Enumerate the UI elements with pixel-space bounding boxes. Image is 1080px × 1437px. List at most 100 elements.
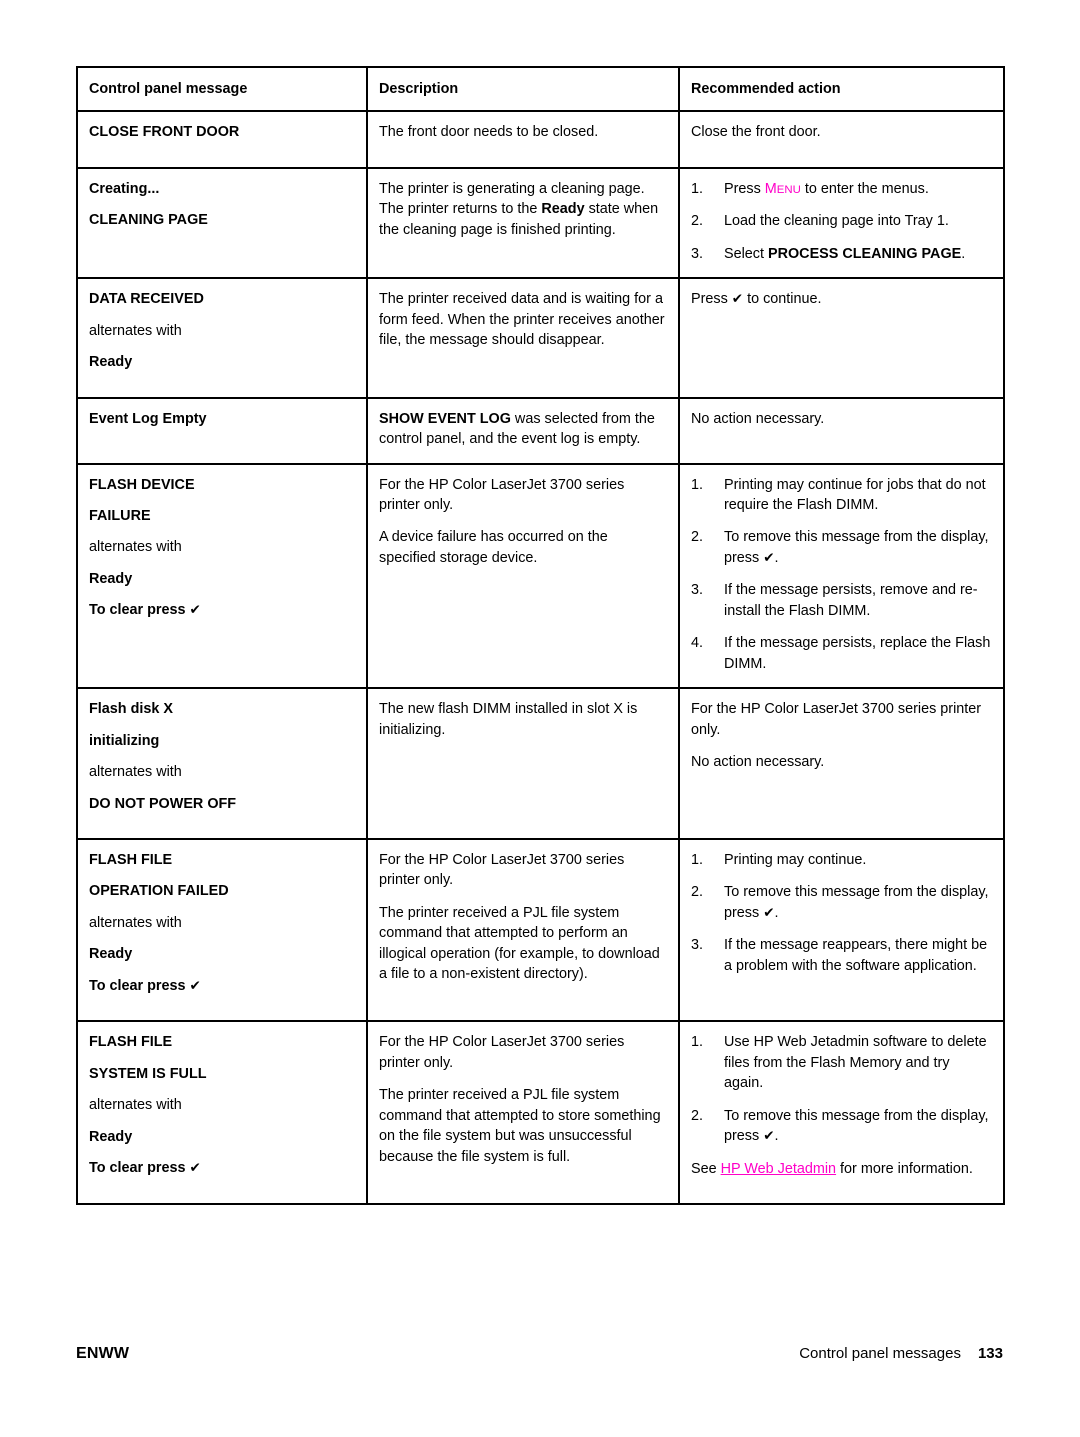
cell-recommended-action: Press MENU to enter the menus. Load the c… bbox=[678, 166, 1005, 280]
message-line-strong: Ready bbox=[89, 1128, 133, 1145]
cell-control-panel-message: FLASH DEVICE FAILURE alternates with Ready T… bbox=[76, 462, 368, 690]
cell-recommended-action: Printing may continue. To remove this mes… bbox=[678, 837, 1005, 1023]
column-header-action: Recommended action bbox=[678, 65, 1005, 113]
message-line-strong: initializing bbox=[89, 732, 160, 749]
message-line-strong: SYSTEM IS FULL bbox=[89, 1065, 207, 1082]
cell-control-panel-message: Flash disk X initializing alternates with D… bbox=[76, 687, 368, 840]
cell-recommended-action: For the HP Color LaserJet 3700 series pr… bbox=[678, 687, 1005, 840]
column-header-message: Control panel message bbox=[76, 65, 368, 113]
cell-paragraph: The printer is generating a cleaning pag… bbox=[379, 179, 667, 240]
message-line: alternates with bbox=[89, 539, 182, 556]
message-line-strong: FLASH FILE bbox=[89, 1034, 173, 1051]
message-line: alternates with bbox=[89, 322, 182, 339]
cell-recommended-action: No action necessary. bbox=[678, 396, 1005, 465]
message-line: alternates with bbox=[89, 764, 182, 781]
checkmark-icon: ✔ bbox=[189, 602, 201, 619]
action-step: If the message persists, remove and re-i… bbox=[691, 580, 992, 621]
cell-paragraph: The printer received a PJL file system c… bbox=[379, 1087, 661, 1165]
action-step: Select PROCESS CLEANING PAGE. bbox=[691, 244, 992, 265]
checkmark-icon: ✔ bbox=[189, 1160, 201, 1177]
cell-paragraph: The printer received data and is waiting… bbox=[379, 291, 665, 349]
cell-paragraph: Press ✔ to continue. bbox=[691, 289, 992, 309]
table-row: Creating... CLEANING PAGE The printer is g… bbox=[76, 166, 1005, 280]
cell-paragraph: For the HP Color LaserJet 3700 series pr… bbox=[379, 476, 625, 513]
action-step: Load the cleaning page into Tray 1. bbox=[691, 211, 992, 232]
action-step: If the message reappears, there might be… bbox=[691, 935, 992, 976]
action-step: Press MENU to enter the menus. bbox=[691, 179, 992, 200]
body-text: Load the cleaning page into Tray 1. bbox=[724, 213, 949, 230]
body-text: Printing may continue for jobs that do n… bbox=[724, 476, 986, 513]
action-step: Printing may continue. bbox=[691, 850, 992, 871]
body-text: . bbox=[961, 245, 966, 262]
message-line-strong: OPERATION FAILED bbox=[89, 883, 229, 900]
cell-description: For the HP Color LaserJet 3700 series pr… bbox=[366, 462, 680, 690]
cell-paragraph: SHOW EVENT LOG was selected from the con… bbox=[379, 409, 667, 450]
message-line-strong: To clear press ✔ bbox=[89, 1158, 355, 1178]
body-text: . bbox=[774, 549, 779, 566]
cell-description: The new flash DIMM installed in slot X i… bbox=[366, 687, 680, 840]
cell-recommended-action: Use HP Web Jetadmin software to delete f… bbox=[678, 1020, 1005, 1205]
cell-paragraph: The printer received a PJL file system c… bbox=[379, 904, 660, 983]
action-step: To remove this message from the display,… bbox=[691, 527, 992, 568]
body-text: . bbox=[774, 904, 779, 921]
cell-paragraph: The new flash DIMM installed in slot X i… bbox=[379, 701, 638, 738]
recommended-action-steps: Press MENU to enter the menus. Load the c… bbox=[691, 179, 992, 265]
body-text: See bbox=[691, 1160, 721, 1177]
table-row: DATA RECEIVED alternates with Ready The pri… bbox=[76, 277, 1005, 399]
emphasis-text: PROCESS CLEANING PAGE bbox=[768, 245, 962, 262]
cell-paragraph: A device failure has occurred on the spe… bbox=[379, 529, 608, 566]
checkmark-icon: ✔ bbox=[189, 977, 201, 994]
emphasis-text: SHOW EVENT LOG bbox=[379, 410, 511, 427]
body-text: If the message persists, remove and re-i… bbox=[724, 582, 978, 619]
message-line-strong: Ready bbox=[89, 570, 133, 587]
cell-control-panel-message: Event Log Empty bbox=[76, 396, 368, 465]
table-body: CLOSE FRONT DOOR The front door needs to … bbox=[76, 110, 1005, 1205]
body-text: Press bbox=[724, 180, 765, 197]
recommended-action-steps: Printing may continue for jobs that do n… bbox=[691, 475, 992, 675]
cell-paragraph: Close the front door. bbox=[691, 124, 821, 141]
action-note: See HP Web Jetadmin for more information… bbox=[691, 1159, 992, 1179]
table-row: Flash disk X initializing alternates with D… bbox=[76, 687, 1005, 840]
body-text: Select bbox=[724, 245, 768, 262]
cell-paragraph: No action necessary. bbox=[691, 410, 825, 427]
control-key-label: MENU bbox=[764, 180, 801, 197]
body-text: Printing may continue. bbox=[724, 851, 867, 868]
cell-recommended-action: Printing may continue for jobs that do n… bbox=[678, 462, 1005, 690]
message-line: alternates with bbox=[89, 914, 182, 931]
message-line-strong: CLEANING PAGE bbox=[89, 212, 208, 229]
message-line-strong: Ready bbox=[89, 946, 133, 963]
cell-description: The front door needs to be closed. bbox=[366, 110, 680, 169]
cell-paragraph: For the HP Color LaserJet 3700 series pr… bbox=[379, 851, 625, 889]
cell-paragraph: For the HP Color LaserJet 3700 series pr… bbox=[691, 701, 982, 738]
body-text: to enter the menus. bbox=[800, 180, 929, 197]
document-page: Control panel message Description Recomm… bbox=[0, 0, 1080, 1437]
table-row: FLASH FILE OPERATION FAILED alternates wit… bbox=[76, 837, 1005, 1023]
action-step: If the message persists, replace the Fla… bbox=[691, 633, 992, 674]
cell-paragraph: For the HP Color LaserJet 3700 series pr… bbox=[379, 1034, 625, 1071]
body-text: for more information. bbox=[836, 1160, 973, 1177]
recommended-action-steps: Printing may continue. To remove this mes… bbox=[691, 850, 992, 976]
message-line-strong: Creating... bbox=[89, 180, 160, 197]
action-step: Use HP Web Jetadmin software to delete f… bbox=[691, 1032, 992, 1093]
footer-section-and-page: Control panel messages 133 bbox=[799, 1345, 1003, 1362]
message-line-strong: To clear press ✔ bbox=[89, 600, 355, 620]
cell-control-panel-message: FLASH FILE OPERATION FAILED alternates wit… bbox=[76, 837, 368, 1023]
body-text: Press bbox=[691, 291, 732, 308]
checkmark-icon: ✔ bbox=[731, 291, 744, 308]
hp-web-jetadmin-link[interactable]: HP Web Jetadmin bbox=[721, 1161, 836, 1177]
body-text: If the message reappears, there might be… bbox=[724, 937, 988, 974]
table-row: Event Log Empty SHOW EVENT LOG was select… bbox=[76, 396, 1005, 465]
footer-section-label: Control panel messages bbox=[799, 1345, 961, 1362]
body-text: Use HP Web Jetadmin software to delete f… bbox=[724, 1034, 987, 1092]
body-text: If the message persists, replace the Fla… bbox=[724, 635, 991, 672]
body-text: to continue. bbox=[743, 291, 822, 308]
emphasis-text: Ready bbox=[541, 201, 585, 218]
table-row: FLASH DEVICE FAILURE alternates with Ready T… bbox=[76, 462, 1005, 690]
table-row: CLOSE FRONT DOOR The front door needs to … bbox=[76, 110, 1005, 169]
cell-description: The printer received data and is waiting… bbox=[366, 277, 680, 399]
cell-description: The printer is generating a cleaning pag… bbox=[366, 166, 680, 280]
control-panel-message-table: Control panel message Description Recomm… bbox=[76, 65, 1005, 1205]
cell-recommended-action: Press ✔ to continue. bbox=[678, 277, 1005, 399]
checkmark-icon: ✔ bbox=[763, 1128, 775, 1145]
message-line-strong: Flash disk X bbox=[89, 701, 173, 718]
